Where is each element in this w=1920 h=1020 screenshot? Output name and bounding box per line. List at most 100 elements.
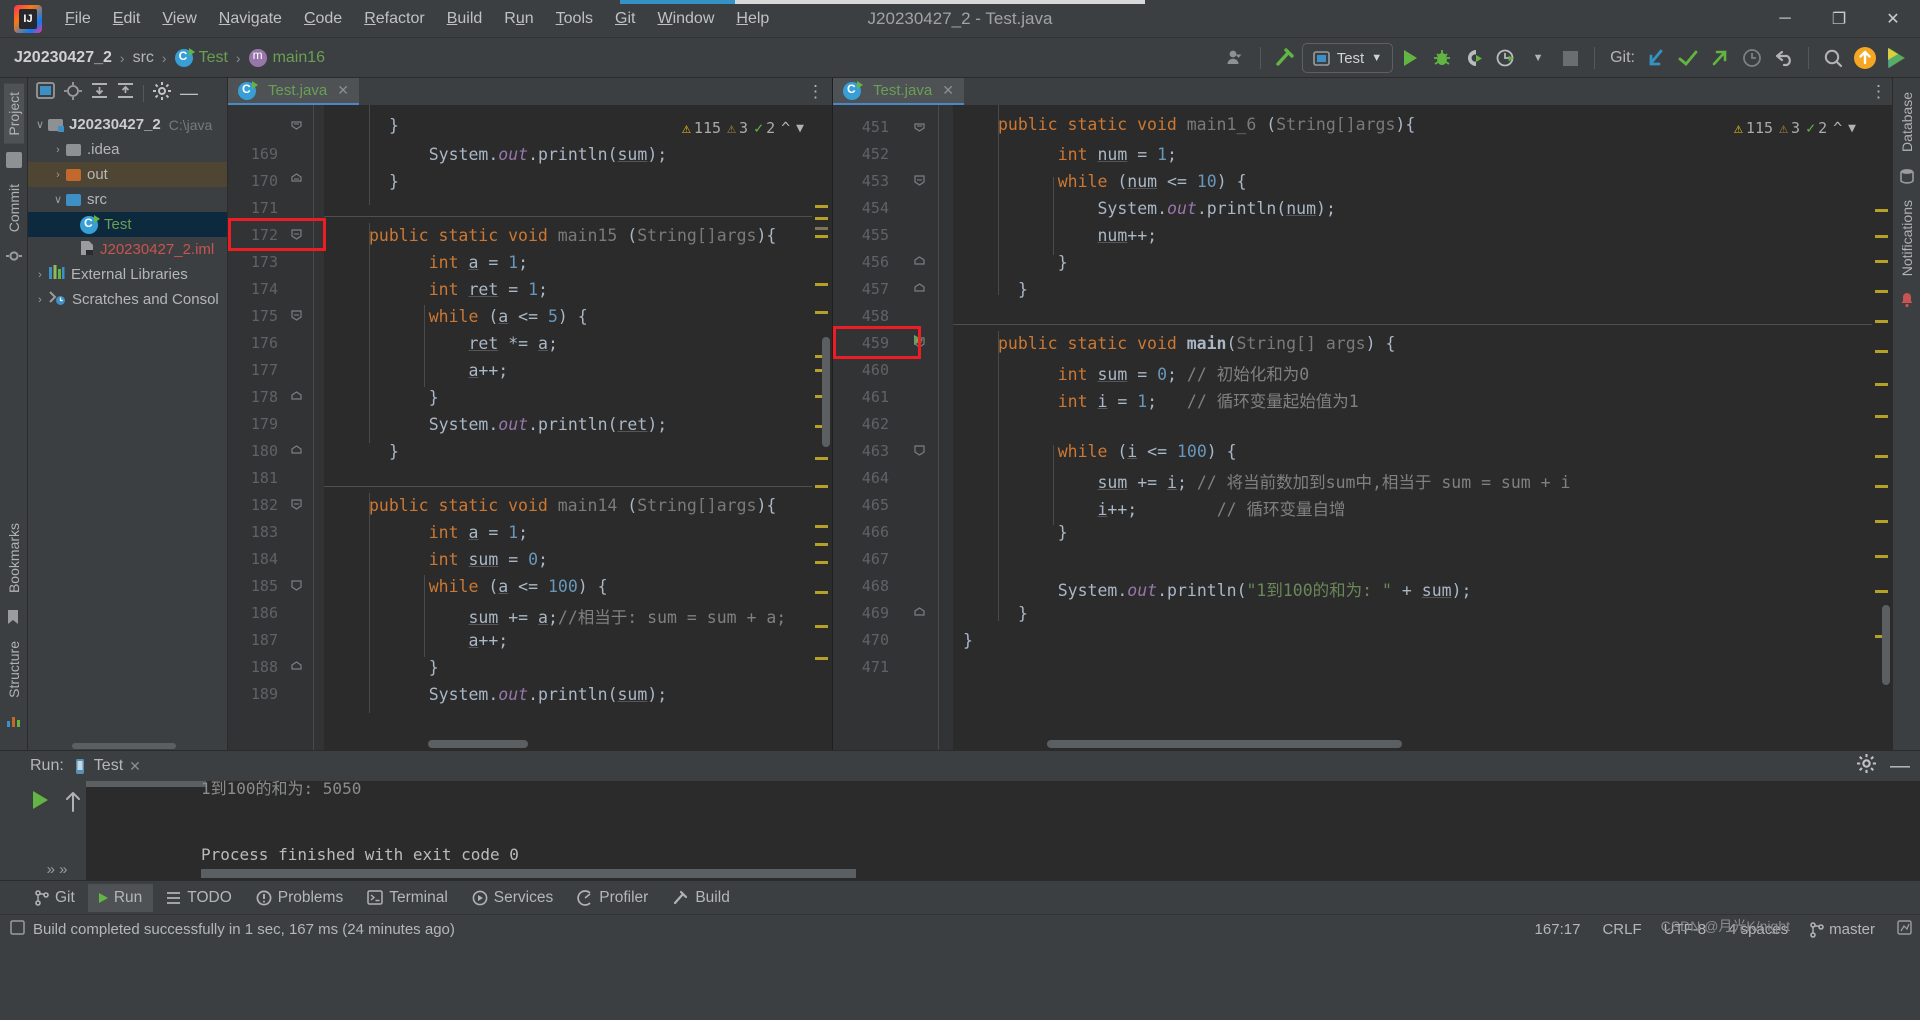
person-icon[interactable] <box>1221 43 1251 73</box>
git-commit-icon[interactable] <box>1673 43 1703 73</box>
profiler-icon[interactable] <box>1491 43 1521 73</box>
close-icon[interactable]: ✕ <box>942 82 954 99</box>
run-configuration-selector[interactable]: Test ▼ <box>1301 43 1394 73</box>
settings-gear-icon[interactable] <box>1857 754 1876 778</box>
breadcrumb-project[interactable]: J20230427_2 <box>14 49 112 67</box>
breadcrumb-class[interactable]: Test <box>199 49 228 67</box>
sidebar-item-structure[interactable]: Structure <box>4 633 24 706</box>
caret-position[interactable]: 167:17 <box>1535 921 1581 938</box>
fold-marker[interactable] <box>914 443 925 456</box>
chevron-right-icon[interactable]: › <box>32 269 48 281</box>
menu-item-build[interactable]: Build <box>436 4 494 34</box>
git-branch-widget[interactable]: master <box>1810 921 1875 938</box>
maximize-button[interactable]: ❐ <box>1812 0 1866 38</box>
inspection-warnings-right[interactable]: ⚠ 3 <box>1779 119 1800 137</box>
bottom-tab-run[interactable]: Run <box>87 883 154 912</box>
chevron-right-icon[interactable]: › <box>50 144 66 156</box>
fold-marker[interactable] <box>291 227 302 240</box>
editor-horizontal-scrollbar-right[interactable] <box>1047 740 1402 748</box>
status-message[interactable]: Build completed successfully in 1 sec, 1… <box>33 921 455 938</box>
expand-all-icon[interactable] <box>91 82 108 104</box>
chevron-right-icon[interactable]: › <box>50 169 66 181</box>
rerun-icon[interactable] <box>32 791 82 813</box>
code-area-left[interactable]: 169 170 171 172 173 174 175 176 177 178 … <box>228 105 832 750</box>
editor-vertical-scrollbar-left[interactable] <box>822 337 830 447</box>
code-text-left[interactable]: } System.out.println(sum); } public stat… <box>324 105 812 750</box>
build-hammer-icon[interactable] <box>1270 43 1300 73</box>
menu-item-refactor[interactable]: Refactor <box>353 4 435 34</box>
menu-item-code[interactable]: Code <box>293 4 353 34</box>
search-icon[interactable] <box>1818 43 1848 73</box>
chevron-down-icon[interactable]: ∨ <box>32 118 48 131</box>
fold-marker[interactable] <box>291 659 302 670</box>
select-opened-file-icon[interactable] <box>36 82 55 104</box>
fold-marker[interactable] <box>291 308 302 321</box>
expand-arrows-icon[interactable]: » » <box>47 861 68 878</box>
tree-row-out[interactable]: › out <box>28 162 227 187</box>
fold-marker[interactable] <box>291 171 302 182</box>
fold-marker[interactable] <box>914 254 925 265</box>
idea-next-icon[interactable] <box>1882 43 1912 73</box>
editor-tab-testjava-right[interactable]: Test.java ✕ <box>833 78 964 105</box>
sidebar-item-database[interactable]: Database <box>1897 84 1917 160</box>
menu-item-run[interactable]: Run <box>493 4 544 34</box>
sidebar-item-project[interactable]: Project <box>3 84 24 144</box>
fold-marker[interactable] <box>914 173 925 186</box>
inspection-errors-right[interactable]: ⚠ 115 <box>1734 119 1773 137</box>
inspection-checks-right[interactable]: ✓ 2 <box>1806 119 1827 137</box>
console-horizontal-scrollbar[interactable] <box>201 869 856 878</box>
tree-row-test[interactable]: Test <box>28 212 227 237</box>
fold-marker[interactable] <box>291 497 302 510</box>
debug-icon[interactable] <box>1427 43 1457 73</box>
git-push-icon[interactable] <box>1705 43 1735 73</box>
hide-panel-icon[interactable]: — <box>1890 756 1910 776</box>
gutter-left[interactable]: 169 170 171 172 173 174 175 176 177 178 … <box>228 105 326 750</box>
close-icon[interactable]: ✕ <box>337 82 349 99</box>
prev-highlight-icon[interactable]: ^ <box>781 119 790 137</box>
prev-highlight-icon[interactable]: ^ <box>1833 119 1842 137</box>
fold-marker[interactable] <box>291 578 302 591</box>
menu-item-view[interactable]: View <box>151 4 207 34</box>
menu-item-tools[interactable]: Tools <box>545 4 604 34</box>
run-with-coverage-icon[interactable] <box>1459 43 1489 73</box>
tree-row-scratches[interactable]: › Scratches and Consol <box>28 287 227 312</box>
close-button[interactable]: ✕ <box>1866 0 1920 38</box>
git-update-icon[interactable] <box>1641 43 1671 73</box>
update-available-icon[interactable] <box>1850 43 1880 73</box>
next-highlight-icon[interactable]: ▼ <box>796 121 804 136</box>
close-icon[interactable]: ✕ <box>129 758 141 775</box>
chevron-down-icon[interactable]: ∨ <box>50 193 66 206</box>
run-tab-test[interactable]: Test ✕ <box>72 757 141 775</box>
bottom-tab-todo[interactable]: TODO <box>155 884 243 912</box>
gutter-right[interactable]: 451 452 453 454 455 456 457 458 459 460 … <box>833 105 953 750</box>
editor-options-menu-left[interactable]: ⋮ <box>803 82 829 102</box>
fold-marker[interactable] <box>914 335 925 348</box>
error-stripe-right[interactable] <box>1872 105 1892 750</box>
menu-item-file[interactable]: File <box>54 4 102 34</box>
bottom-tab-problems[interactable]: Problems <box>245 884 354 912</box>
sidebar-item-bookmarks[interactable]: Bookmarks <box>4 515 24 601</box>
project-horizontal-scrollbar[interactable] <box>28 742 227 750</box>
breadcrumb-method[interactable]: main16 <box>273 49 325 67</box>
inspection-warnings-left[interactable]: ⚠ 3 <box>727 119 748 137</box>
bottom-tab-git[interactable]: Git <box>24 884 86 912</box>
breadcrumb-src[interactable]: src <box>133 49 154 67</box>
stop-icon[interactable] <box>1555 43 1585 73</box>
inspection-checks-left[interactable]: ✓ 2 <box>754 119 775 137</box>
tree-row-idea[interactable]: › .idea <box>28 137 227 162</box>
undo-icon[interactable] <box>1769 43 1799 73</box>
fold-marker[interactable] <box>914 605 925 616</box>
menu-item-navigate[interactable]: Navigate <box>208 4 293 34</box>
menu-item-help[interactable]: Help <box>725 4 780 34</box>
menu-item-window[interactable]: Window <box>646 4 725 34</box>
editor-horizontal-scrollbar-left[interactable] <box>428 740 528 748</box>
collapse-all-icon[interactable] <box>117 82 134 104</box>
fold-marker[interactable] <box>291 117 302 130</box>
editor-vertical-scrollbar-right[interactable] <box>1882 605 1890 685</box>
fold-marker[interactable] <box>914 281 925 292</box>
tree-row-project[interactable]: ∨ J20230427_2 C:\java <box>28 112 227 137</box>
minimize-button[interactable]: ─ <box>1758 0 1812 38</box>
run-console[interactable]: 1到100的和为: 5050 Process finished with exi… <box>86 779 1920 880</box>
sidebar-item-commit[interactable]: Commit <box>4 176 24 240</box>
chevron-right-icon[interactable]: › <box>32 294 48 306</box>
